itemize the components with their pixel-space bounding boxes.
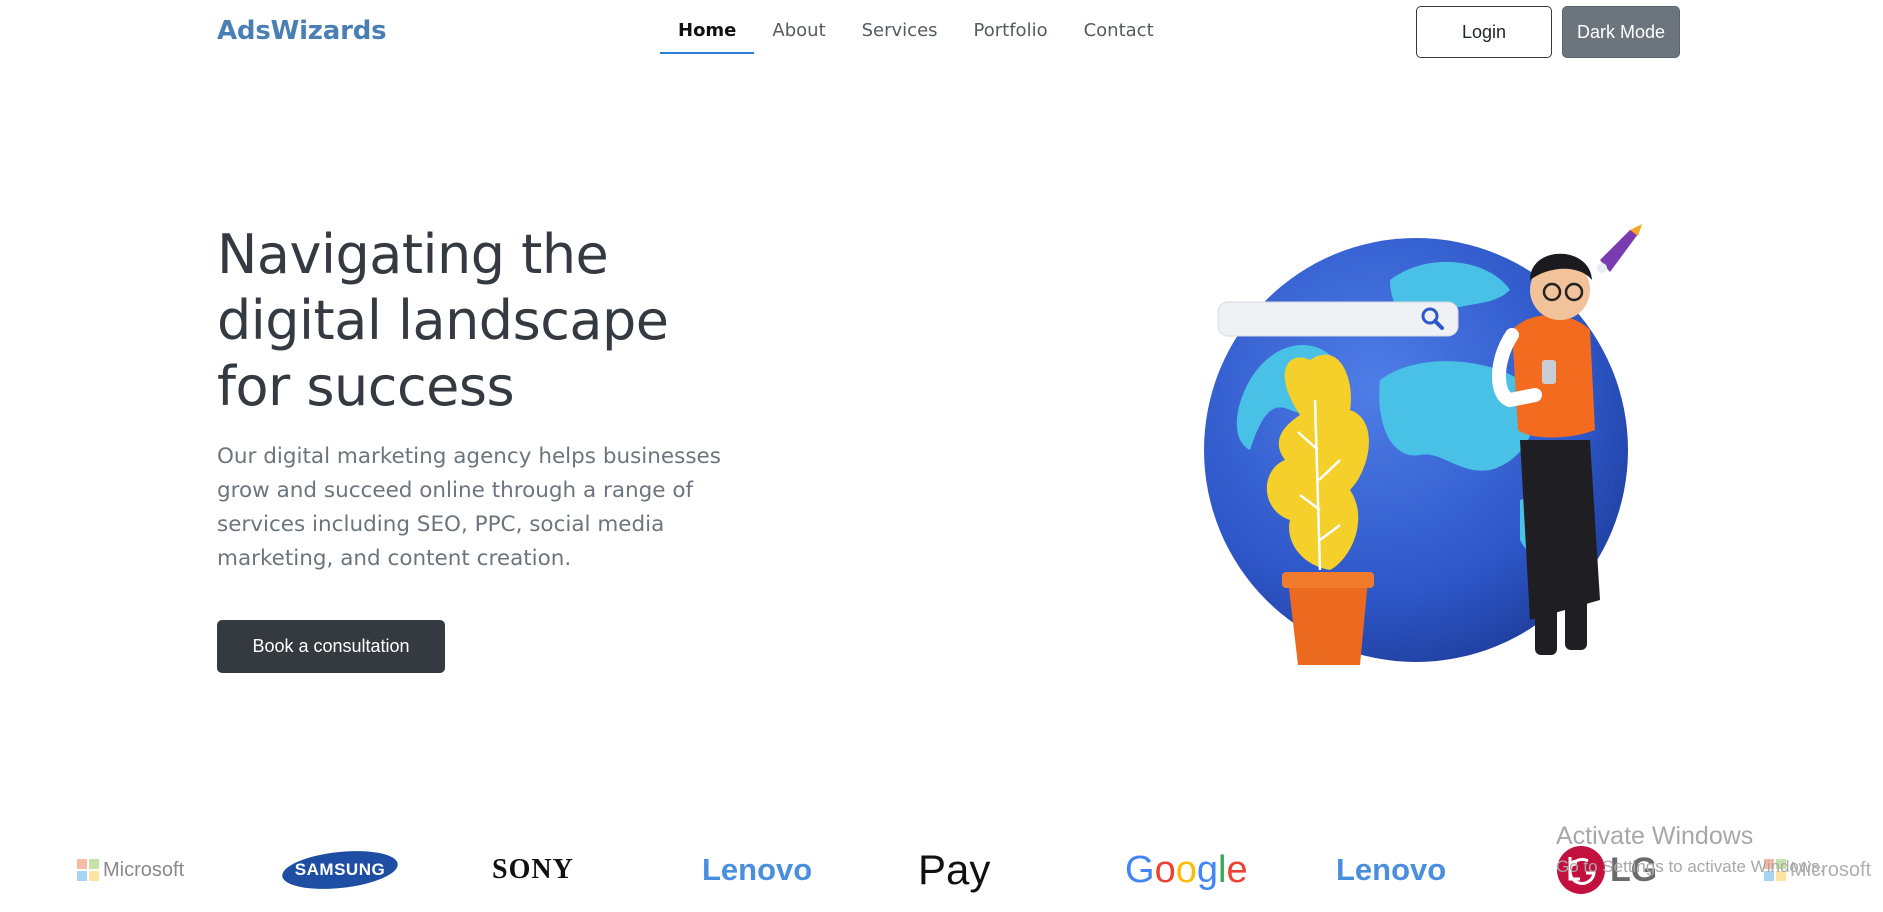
logo-text: SONY — [492, 854, 574, 885]
apple-pay-logo: Pay — [914, 830, 990, 910]
lenovo-logo: Lenovo — [702, 830, 812, 910]
logo-text: Lenovo — [702, 852, 813, 887]
nav-item-contact[interactable]: Contact — [1066, 0, 1172, 54]
lenovo-logo: Lenovo — [1336, 830, 1446, 910]
rocket-icon — [1597, 224, 1642, 273]
microsoft-logo: Microsoft — [77, 830, 184, 910]
hero-title: Navigating the digital landscape for suc… — [217, 222, 817, 420]
nav-item-about[interactable]: About — [754, 0, 843, 54]
microsoft-icon — [77, 859, 99, 881]
google-logo: Google — [1125, 830, 1248, 910]
hero-title-line: digital landscape — [217, 289, 669, 352]
google-letter: g — [1196, 848, 1218, 891]
activate-windows-watermark: Activate Windows Go to Settings to activ… — [1556, 822, 1824, 877]
logo-text: Lenovo — [1336, 852, 1447, 887]
hero-description: Our digital marketing agency helps busin… — [217, 444, 721, 571]
main-nav: Home About Services Portfolio Contact — [660, 0, 1172, 56]
google-wordmark: Google — [1125, 849, 1248, 891]
watermark-subtitle: Go to Settings to activate Windows. — [1556, 857, 1825, 876]
book-consultation-button[interactable]: Book a consultation — [217, 620, 445, 673]
dark-mode-button[interactable]: Dark Mode — [1562, 6, 1680, 58]
nav-item-services[interactable]: Services — [844, 0, 956, 54]
logo-text: SAMSUNG — [294, 860, 386, 879]
login-button[interactable]: Login — [1416, 6, 1552, 58]
logo-text: Pay — [918, 846, 991, 893]
logo-text: Microsoft — [103, 858, 185, 881]
brand-logo[interactable]: AdsWizards — [217, 16, 387, 46]
hero-title-line: for success — [217, 355, 515, 418]
nav-item-home[interactable]: Home — [660, 0, 755, 54]
google-letter: o — [1175, 848, 1197, 891]
nav-item-portfolio[interactable]: Portfolio — [956, 0, 1066, 54]
google-letter: o — [1154, 848, 1176, 891]
samsung-logo: SAMSUNG — [281, 830, 399, 910]
logo-text: Google — [1125, 849, 1248, 892]
navbar: AdsWizards Home About Services Portfolio… — [0, 0, 1883, 66]
watermark-title: Activate Windows — [1556, 822, 1754, 850]
google-letter: e — [1226, 848, 1248, 891]
sony-logo: SONY — [492, 830, 574, 910]
google-letter: G — [1125, 848, 1155, 891]
search-bar — [1217, 301, 1459, 337]
hero-illustration — [1204, 224, 1642, 665]
hero-title-line: Navigating the — [217, 223, 609, 286]
